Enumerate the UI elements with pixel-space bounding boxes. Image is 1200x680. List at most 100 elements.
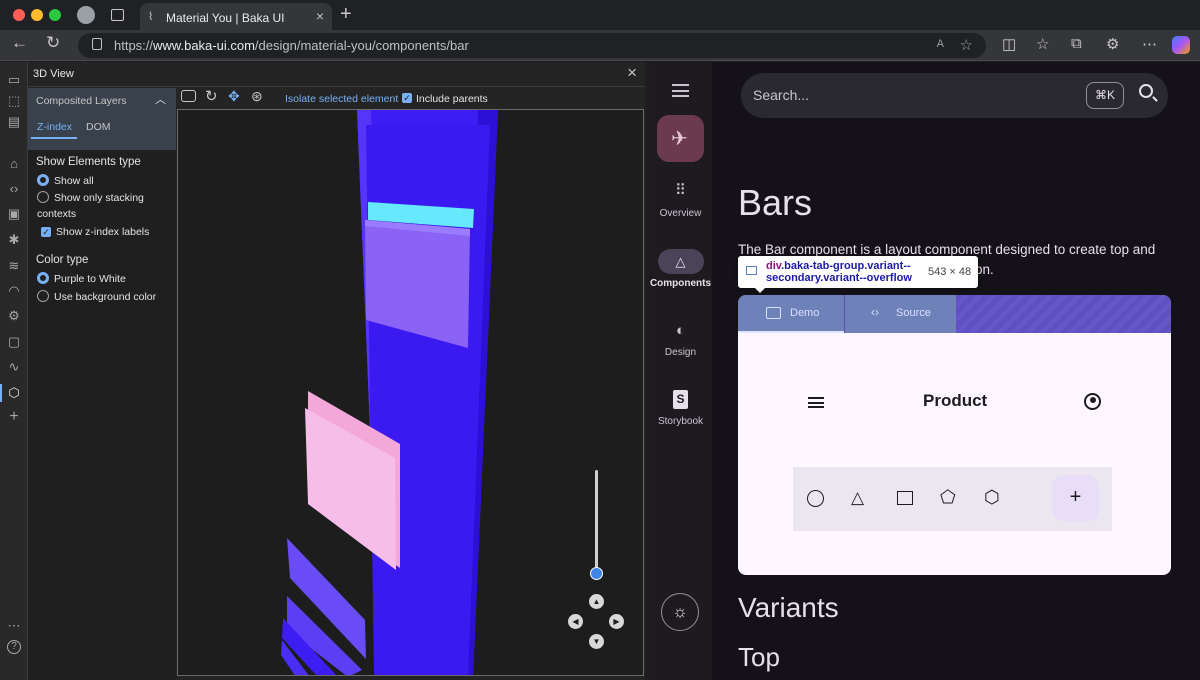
sources-icon[interactable]: ∿ (6, 359, 22, 375)
checkbox-include-parents[interactable]: ✓ (402, 93, 412, 103)
close-tab-icon[interactable]: × (316, 8, 324, 24)
tab-z-index[interactable]: Z-index (31, 116, 77, 139)
split-screen-icon[interactable]: ◫ (1002, 35, 1016, 53)
rail-item-overview[interactable]: ⠿ Overview (649, 182, 712, 219)
square-icon[interactable] (897, 491, 913, 505)
show-elements-heading: Show Elements type (36, 156, 141, 168)
minimize-window-button[interactable] (31, 9, 43, 21)
code-icon: ‹› (871, 305, 879, 319)
layers-settings-panel: Composited Layers ︿ Z-index DOM Show Ele… (28, 88, 176, 680)
settings-gear-icon[interactable]: ⚙ (6, 308, 22, 324)
console-icon[interactable]: ▣ (6, 206, 22, 222)
tab-demo[interactable]: Demo (738, 295, 844, 333)
rotate-mode-icon[interactable]: ⊛ (251, 88, 263, 105)
radio-show-all-label: Show all (54, 175, 94, 187)
tooltip-class-cont: secondary.variant--overflow (766, 272, 912, 284)
theme-toggle-button[interactable]: ☼ (661, 593, 699, 631)
more-tools-icon[interactable]: ⋯ (6, 618, 22, 634)
active-indicator (0, 384, 2, 402)
inspect-tooltip: div.baka-tab-group.variant-- secondary.v… (738, 256, 978, 293)
3d-view-cube-icon[interactable]: ⬡ (6, 385, 22, 401)
radio-stacking-contexts[interactable] (37, 191, 49, 203)
composited-layers-title: Composited Layers (36, 95, 127, 107)
more-menu-icon[interactable]: ⋯ (1142, 35, 1157, 53)
browser-tab[interactable]: ⌇ Material You | Baka UI × (140, 3, 332, 30)
3d-layers-viewport[interactable]: ▲ ◀ ▶ ▼ (177, 109, 644, 676)
zoom-slider-handle[interactable] (590, 567, 603, 580)
add-tool-icon[interactable]: + (6, 409, 22, 425)
pan-mode-icon[interactable]: ✥ (228, 88, 240, 105)
new-tab-button[interactable]: + (340, 3, 352, 26)
profile-avatar[interactable] (77, 6, 95, 24)
screenshot-camera-icon[interactable] (181, 90, 196, 102)
browser-toolbar: ← ↻ https://www.baka-ui.com/design/mater… (0, 30, 1200, 61)
collections-icon[interactable]: ⧉ (1071, 35, 1082, 52)
performance-icon[interactable]: ◠ (6, 283, 22, 299)
logo-button[interactable]: ✈ (657, 115, 704, 162)
url-text: https://www.baka-ui.com/design/material-… (114, 38, 469, 53)
close-panel-icon[interactable]: × (627, 63, 637, 83)
debugger-bug-icon[interactable]: ✱ (6, 232, 22, 248)
rail-item-storybook[interactable]: S Storybook (649, 390, 712, 427)
storybook-icon: S (673, 390, 688, 409)
nav-down-button[interactable]: ▼ (589, 634, 604, 649)
site-favicon-icon: ⌇ (148, 11, 154, 23)
address-bar[interactable]: https://www.baka-ui.com/design/material-… (78, 33, 986, 58)
device-emulation-icon[interactable]: ▭ (6, 72, 22, 88)
checkbox-zindex-labels[interactable]: ✓ (41, 227, 51, 237)
devtools-header: 3D View × (28, 62, 645, 87)
reset-view-icon[interactable]: ↻ (205, 87, 218, 105)
maximize-window-button[interactable] (49, 9, 61, 21)
nav-left-button[interactable]: ◀ (568, 614, 583, 629)
nav-right-button[interactable]: ▶ (609, 614, 624, 629)
copilot-icon[interactable] (1172, 36, 1190, 54)
inspect-icon[interactable]: ⬚ (6, 93, 22, 109)
devtools-activity-bar: ▭ ⬚ ▤ ⌂ ‹› ▣ ✱ ≋ ◠ ⚙ ▢ ∿ ⬡ + ⋯ ? (0, 62, 28, 680)
tab-actions-icon[interactable] (111, 9, 124, 21)
page-description: The Bar component is a layout component … (738, 242, 1156, 257)
account-circle-icon[interactable] (1084, 393, 1101, 410)
circle-icon[interactable] (807, 490, 824, 507)
layer-lower-strips (281, 538, 366, 675)
include-parents-label: Include parents (416, 93, 488, 105)
main-content: Bars The Bar component is a layout compo… (712, 62, 1200, 680)
zoom-slider[interactable] (590, 470, 603, 580)
page-title: Bars (738, 182, 813, 223)
rail-item-components[interactable]: △ Components (649, 249, 712, 289)
menu-hamburger-icon[interactable] (672, 84, 689, 97)
pentagon-icon[interactable]: ⬠ (940, 487, 956, 508)
reload-icon[interactable]: ↻ (46, 33, 60, 53)
triangle-icon[interactable]: △ (851, 488, 864, 508)
rail-item-design[interactable]: ◐ Design (649, 321, 712, 358)
welcome-home-icon[interactable]: ⌂ (6, 156, 22, 172)
radio-show-all[interactable] (37, 174, 49, 186)
zindex-labels-text: Show z-index labels (56, 226, 150, 238)
window-icon[interactable]: ▤ (6, 114, 22, 130)
collapse-chevron-icon[interactable]: ︿ (155, 91, 166, 107)
hexagon-icon[interactable]: ⬡ (984, 487, 1000, 508)
tab-source[interactable]: ‹› Source (845, 295, 956, 333)
network-wifi-icon[interactable]: ≋ (6, 258, 22, 274)
read-aloud-icon[interactable]: A (937, 38, 944, 50)
isolate-selected-toggle[interactable]: Isolate selected element (285, 93, 398, 105)
tooltip-size: 543 × 48 (928, 266, 972, 278)
radio-purple-to-white[interactable] (37, 272, 49, 284)
navigation-rail: ✈ ⠿ Overview △ Components ◐ Design S Sto… (649, 62, 712, 680)
nav-up-button[interactable]: ▲ (589, 594, 604, 609)
favorites-icon[interactable]: ☆ (1036, 35, 1049, 53)
add-fab-button[interactable]: + (1052, 475, 1099, 521)
tab-dom[interactable]: DOM (80, 116, 116, 139)
extensions-icon[interactable]: ⚙ (1106, 35, 1119, 53)
favorite-star-icon[interactable]: ☆ (960, 36, 973, 54)
top-app-bar-demo: Product (738, 333, 1171, 475)
tab-title: Material You | Baka UI (166, 11, 285, 25)
radio-background-color[interactable] (37, 290, 49, 302)
back-icon[interactable]: ← (11, 33, 28, 53)
elements-code-icon[interactable]: ‹› (6, 181, 22, 197)
grid-icon: ⠿ (675, 182, 686, 199)
element-icon (746, 266, 757, 275)
close-window-button[interactable] (13, 9, 25, 21)
help-icon[interactable]: ? (7, 640, 21, 654)
demo-menu-icon[interactable] (808, 397, 824, 408)
application-icon[interactable]: ▢ (6, 334, 22, 350)
